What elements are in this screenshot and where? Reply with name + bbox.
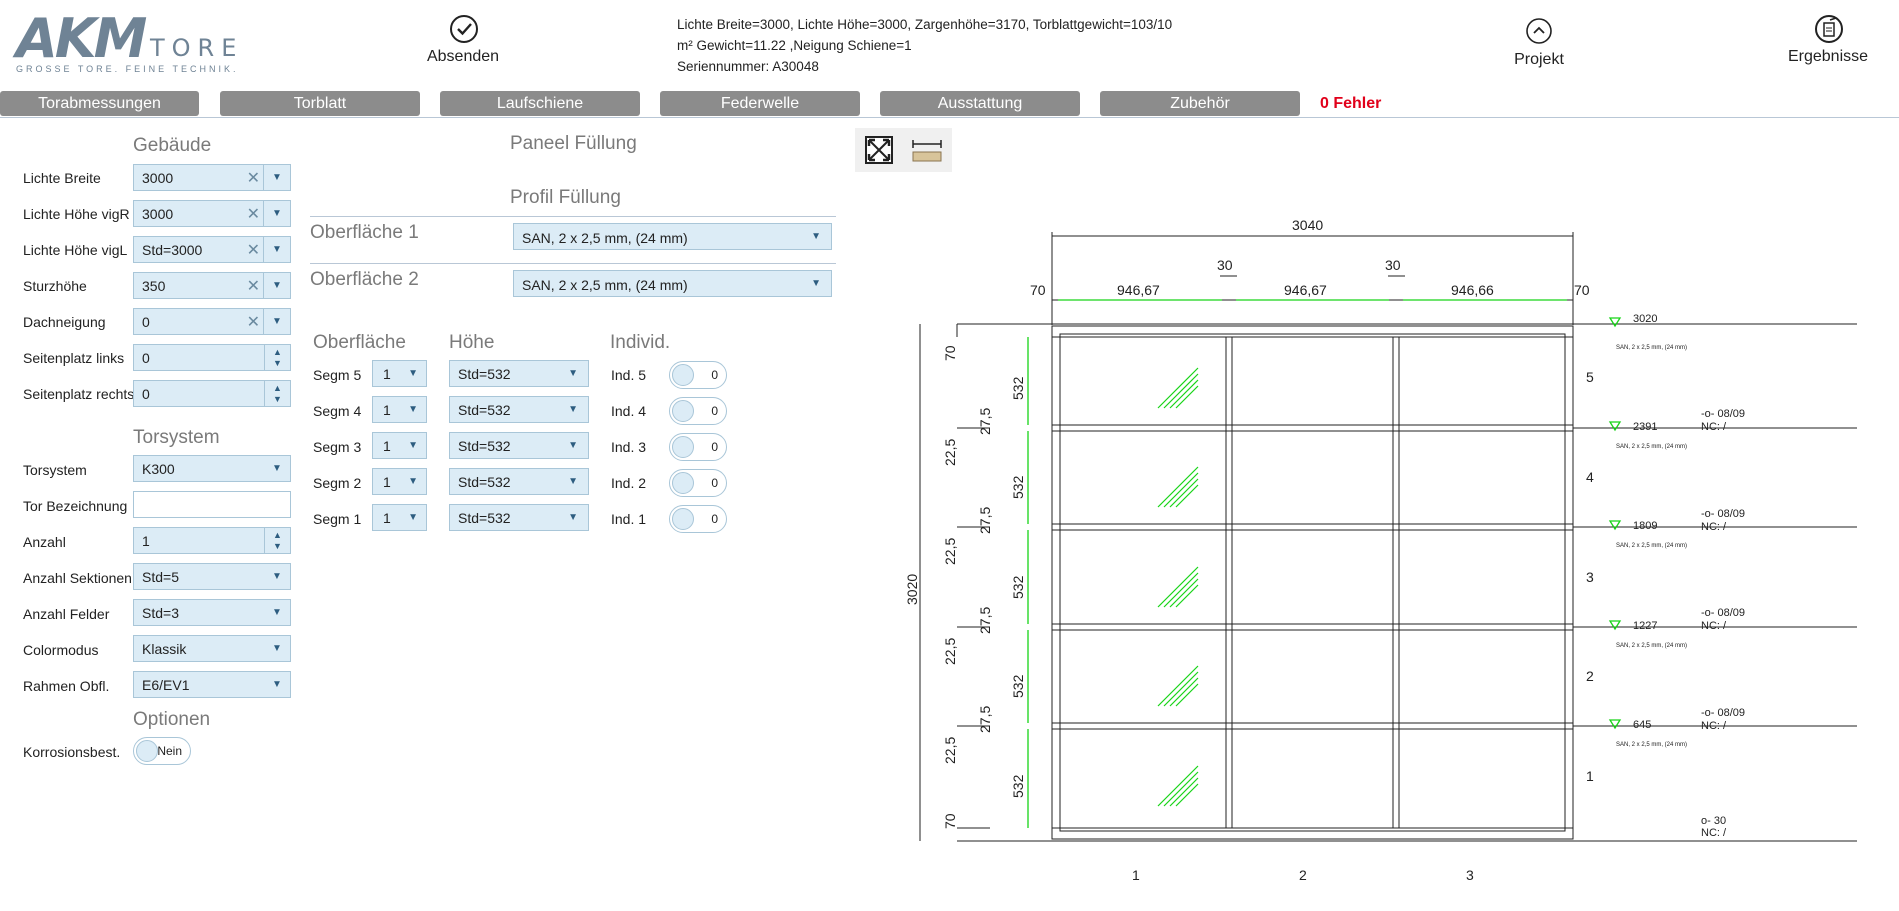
door-drawing: 3040 70 70 30 30 946,67 946,67 946,66 30…	[904, 217, 1857, 883]
dim-field-2: 946,67	[1284, 282, 1327, 298]
nc-label: NC: /	[1701, 827, 1727, 839]
surface-note: SAN, 2 x 2,5 mm, (24 mm)	[1616, 444, 1687, 450]
dim-joint-upper: 27,5	[977, 408, 993, 435]
dim-top-profile: 70	[942, 345, 958, 361]
dim-segment-height: 532	[1010, 774, 1026, 798]
level-labels: 3020 2391 1809 1227 645 -o- 08/09 NC: / …	[1633, 313, 1745, 839]
level-value: 1227	[1633, 620, 1657, 632]
dim-gap-1: 30	[1217, 257, 1233, 273]
level-value: 645	[1633, 719, 1651, 731]
dim-joint-lower: 22,5	[942, 538, 958, 565]
dim-joint-lower: 22,5	[942, 737, 958, 764]
nc-label: NC: /	[1701, 421, 1727, 433]
surface-notes: SAN, 2 x 2,5 mm, (24 mm) SAN, 2 x 2,5 mm…	[1616, 345, 1687, 748]
dim-joint-upper: 27,5	[977, 507, 993, 534]
surface-note: SAN, 2 x 2,5 mm, (24 mm)	[1616, 643, 1687, 649]
dim-bottom-profile: 70	[942, 813, 958, 829]
field-number: 2	[1299, 867, 1307, 883]
dim-joint-upper: 27,5	[977, 607, 993, 634]
dim-field-3: 946,66	[1451, 282, 1494, 298]
level-value: 2391	[1633, 421, 1657, 433]
nc-label: NC: /	[1701, 720, 1727, 732]
dim-total-height: 3020	[904, 574, 920, 605]
dim-total-width: 3040	[1292, 217, 1323, 233]
surface-note: SAN, 2 x 2,5 mm, (24 mm)	[1616, 345, 1687, 351]
dim-edge-right: 70	[1574, 282, 1590, 298]
dim-segment-height: 532	[1010, 376, 1026, 400]
nc-label: NC: /	[1701, 620, 1727, 632]
segment-number: 5	[1586, 369, 1594, 385]
nc-label: NC: /	[1701, 521, 1727, 533]
segment-number: 4	[1586, 469, 1594, 485]
dim-segment-height: 532	[1010, 575, 1026, 599]
dim-gap-2: 30	[1385, 257, 1401, 273]
level-code: -o- 08/09	[1701, 607, 1745, 619]
level-value: 3020	[1633, 313, 1657, 325]
dim-segment-height: 532	[1010, 475, 1026, 499]
field-number: 1	[1132, 867, 1140, 883]
surface-note: SAN, 2 x 2,5 mm, (24 mm)	[1616, 742, 1687, 748]
level-code: -o- 08/09	[1701, 508, 1745, 520]
dim-joint-upper: 27,5	[977, 706, 993, 733]
bottom-code: o- 30	[1701, 815, 1726, 827]
level-code: -o- 08/09	[1701, 408, 1745, 420]
segment-number: 3	[1586, 569, 1594, 585]
segment-number: 2	[1586, 668, 1594, 684]
level-code: -o- 08/09	[1701, 707, 1745, 719]
dim-segment-height: 532	[1010, 674, 1026, 698]
dim-joint-lower: 22,5	[942, 439, 958, 466]
dim-field-1: 946,67	[1117, 282, 1160, 298]
dim-edge-left: 70	[1030, 282, 1046, 298]
field-number: 3	[1466, 867, 1474, 883]
surface-note: SAN, 2 x 2,5 mm, (24 mm)	[1616, 543, 1687, 549]
level-value: 1809	[1633, 520, 1657, 532]
segment-number: 1	[1586, 768, 1594, 784]
dimension-labels: 3040 70 70 30 30 946,67 946,67 946,66 30…	[904, 217, 1594, 883]
dim-joint-lower: 22,5	[942, 638, 958, 665]
